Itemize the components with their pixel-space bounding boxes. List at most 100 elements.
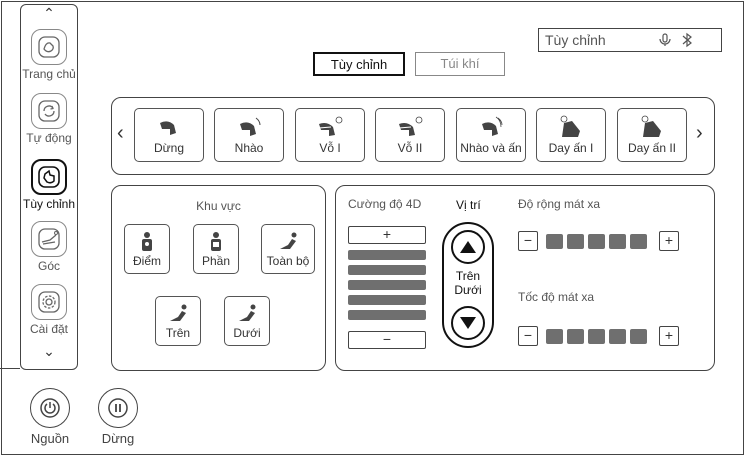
intensity-level-bar — [348, 310, 426, 320]
knead-press-icon — [482, 116, 503, 136]
program-stop[interactable]: Dừng — [134, 108, 204, 162]
triangle-down-icon — [460, 317, 476, 329]
voice-icon — [657, 32, 673, 54]
speed-label: Tốc độ mát xa — [518, 290, 595, 304]
sidebar-item-label: Tùy chỉnh — [22, 197, 76, 211]
program-tap-1[interactable]: Vỗ I — [295, 108, 365, 162]
shiatsu-2-icon — [641, 115, 661, 137]
area-lower-button[interactable]: Dưới — [224, 296, 270, 346]
speed-level-segment — [609, 329, 626, 344]
intensity-level-bar — [348, 295, 426, 305]
speed-minus-button[interactable]: − — [518, 326, 538, 346]
sidebar-item-custom[interactable]: Tùy chỉnh — [21, 159, 77, 211]
area-button-label: Trên — [165, 326, 191, 340]
sidebar-item-home[interactable]: Trang chủ — [21, 29, 77, 81]
program-label: Vỗ I — [319, 141, 341, 155]
sidebar-item-angle[interactable]: Góc — [21, 221, 77, 273]
triangle-up-icon — [460, 241, 476, 253]
speed-level-segment — [567, 329, 584, 344]
speed-level-segment — [546, 329, 563, 344]
tab-airbag[interactable]: Túi khí — [415, 52, 505, 76]
tab-custom[interactable]: Tùy chỉnh — [313, 52, 405, 76]
intensity-label: Cường độ 4D — [348, 197, 422, 211]
point-body-icon — [142, 232, 152, 251]
speed-level-segment — [630, 329, 647, 344]
program-knead[interactable]: Nhào — [214, 108, 284, 162]
pause-icon — [98, 388, 138, 428]
bluetooth-icon — [681, 32, 693, 54]
speed-plus-button[interactable]: + — [659, 326, 679, 346]
speed-level-segment — [588, 329, 605, 344]
program-strip: ‹ Dừng Nhào Vỗ I Vỗ II Nhào và ấn Day ấn… — [111, 97, 715, 175]
program-shiatsu-1[interactable]: Day ấn I — [536, 108, 606, 162]
tap-2-icon — [398, 116, 423, 136]
sidebar-nav: ⌃ Trang chủ Tự động Tùy chỉnh Góc Cài đặ… — [20, 4, 78, 370]
area-title: Khu vực — [196, 199, 241, 213]
program-label: Day ấn II — [627, 141, 677, 155]
width-level-segment — [588, 234, 605, 249]
sidebar-item-auto[interactable]: Tự động — [21, 93, 77, 145]
program-label: Day ấn I — [548, 141, 594, 155]
width-level-segment — [609, 234, 626, 249]
custom-hand-icon — [31, 159, 67, 195]
area-point-button[interactable]: Điểm — [124, 224, 170, 274]
program-label: Dừng — [153, 141, 185, 155]
program-label: Nhào — [234, 141, 264, 155]
width-plus-button[interactable]: + — [659, 231, 679, 251]
sidebar-item-label: Tự động — [26, 131, 72, 145]
pause-label: Dừng — [101, 431, 135, 446]
program-tap-2[interactable]: Vỗ II — [375, 108, 445, 162]
sidebar-item-settings[interactable]: Cài đặt — [21, 284, 77, 336]
area-partial-button[interactable]: Phần — [193, 224, 239, 274]
width-label: Độ rộng mát xa — [518, 197, 601, 211]
stop-hand-icon — [160, 121, 176, 135]
intensity-level-bar — [348, 280, 426, 290]
partial-body-icon — [211, 232, 221, 251]
sidebar-item-label: Cài đặt — [29, 322, 69, 336]
home-hand-icon — [31, 29, 67, 65]
position-up-button[interactable] — [451, 230, 485, 264]
sidebar-scroll-down-button[interactable]: ⌄ — [21, 343, 77, 360]
pause-button[interactable]: Dừng — [98, 388, 138, 446]
recline-angle-icon — [31, 221, 67, 257]
width-level-segment — [546, 234, 563, 249]
program-prev-button[interactable]: ‹ — [117, 122, 124, 145]
program-label: Nhào và ấn — [460, 141, 522, 155]
program-next-button[interactable]: › — [696, 122, 703, 145]
width-level-segment — [630, 234, 647, 249]
position-lower-text: Dưới — [454, 283, 482, 297]
area-full-button[interactable]: Toàn bộ — [261, 224, 315, 274]
shiatsu-1-icon — [560, 115, 580, 137]
area-button-label: Phần — [201, 254, 231, 268]
area-button-label: Dưới — [233, 326, 261, 340]
control-panel: Cường độ 4D + − Vị trí Trên Dưới Độ rộng… — [335, 185, 715, 371]
area-panel: Khu vực Điểm Phần Toàn bộ Trên Dưới — [111, 185, 326, 371]
upper-body-icon — [170, 304, 187, 321]
position-label: Vị trí — [456, 198, 481, 212]
intensity-plus-button[interactable]: + — [348, 226, 426, 244]
power-button[interactable]: Nguồn — [30, 388, 70, 446]
sidebar-item-label: Trang chủ — [22, 67, 76, 81]
power-icon — [30, 388, 70, 428]
power-label: Nguồn — [30, 431, 70, 446]
sidebar-scroll-up-button[interactable]: ⌃ — [21, 5, 77, 22]
status-display: Tùy chỉnh — [538, 28, 722, 52]
position-upper-text: Trên — [455, 269, 481, 283]
gear-icon — [31, 284, 67, 320]
width-minus-button[interactable]: − — [518, 231, 538, 251]
tap-1-icon — [318, 116, 343, 136]
area-button-label: Điểm — [132, 254, 161, 268]
width-level-segment — [567, 234, 584, 249]
position-down-button[interactable] — [451, 306, 485, 340]
intensity-level-bar — [348, 265, 426, 275]
program-knead-press[interactable]: Nhào và ấn — [456, 108, 526, 162]
sidebar-item-label: Góc — [37, 259, 60, 273]
area-upper-button[interactable]: Trên — [155, 296, 201, 346]
area-button-label: Toàn bộ — [266, 254, 310, 268]
knead-icon — [240, 117, 261, 136]
position-control: Trên Dưới — [442, 222, 494, 348]
intensity-minus-button[interactable]: − — [348, 331, 426, 349]
divider — [0, 368, 20, 369]
auto-cycle-icon — [31, 93, 67, 129]
program-shiatsu-2[interactable]: Day ấn II — [617, 108, 687, 162]
